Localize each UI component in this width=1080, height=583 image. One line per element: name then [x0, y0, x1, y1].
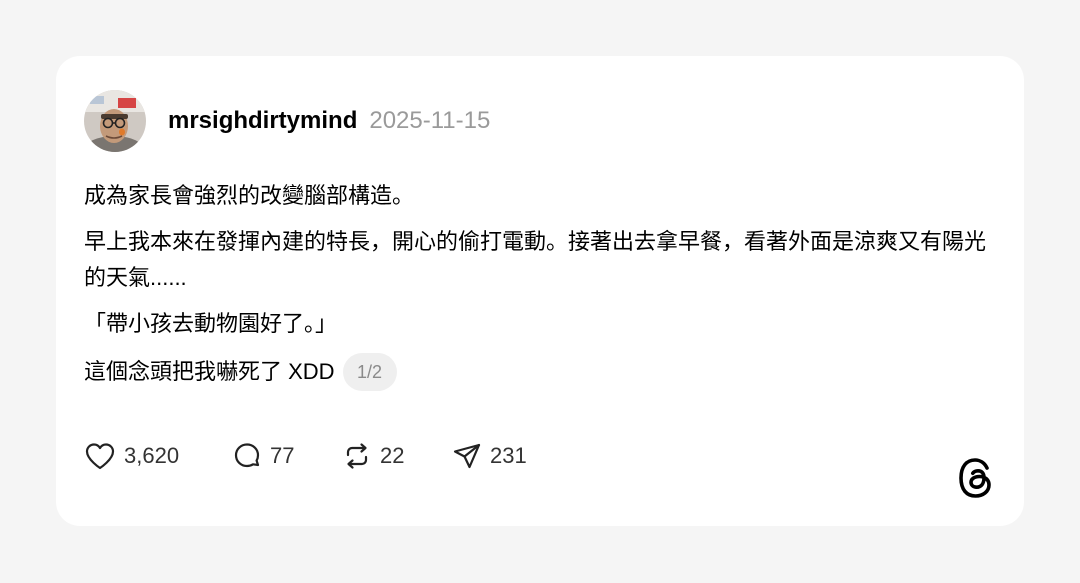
speech-bubble-icon: [232, 441, 262, 471]
username[interactable]: mrsighdirtymind: [168, 107, 357, 135]
post-date: 2025-11-15: [369, 107, 491, 134]
avatar[interactable]: [84, 90, 146, 152]
threads-logo-icon[interactable]: [956, 456, 996, 500]
action-bar: 3,620 77 22 231: [84, 438, 562, 474]
like-button[interactable]: 3,620: [84, 441, 232, 471]
heart-icon: [84, 441, 116, 471]
repost-icon: [342, 441, 372, 471]
page-indicator-badge[interactable]: 1/2: [342, 353, 397, 391]
repost-button[interactable]: 22: [342, 441, 452, 471]
paper-plane-icon: [452, 441, 482, 471]
post-header: mrsighdirtymind 2025-11-15: [84, 90, 490, 152]
post-paragraph: 早上我本來在發揮內建的特長，開心的偷打電動。接著出去拿早餐，看著外面是涼爽又有陽…: [84, 229, 987, 290]
post-card: mrsighdirtymind 2025-11-15 成為家長會強烈的改變腦部構…: [56, 56, 1024, 526]
post-paragraph: 這個念頭把我嚇死了 XDD: [84, 359, 335, 384]
share-button[interactable]: 231: [452, 441, 562, 471]
comment-button[interactable]: 77: [232, 441, 342, 471]
comment-count: 77: [270, 443, 295, 468]
repost-count: 22: [380, 443, 405, 468]
share-count: 231: [490, 443, 527, 468]
post-body: 成為家長會強烈的改變腦部構造。 早上我本來在發揮內建的特長，開心的偷打電動。接著…: [84, 178, 1004, 402]
post-paragraph: 成為家長會強烈的改變腦部構造。: [84, 183, 415, 208]
post-paragraph: 「帶小孩去動物園好了。」: [84, 311, 338, 336]
like-count: 3,620: [124, 443, 180, 468]
post-last-line: 這個念頭把我嚇死了 XDD 1/2: [84, 352, 1004, 392]
